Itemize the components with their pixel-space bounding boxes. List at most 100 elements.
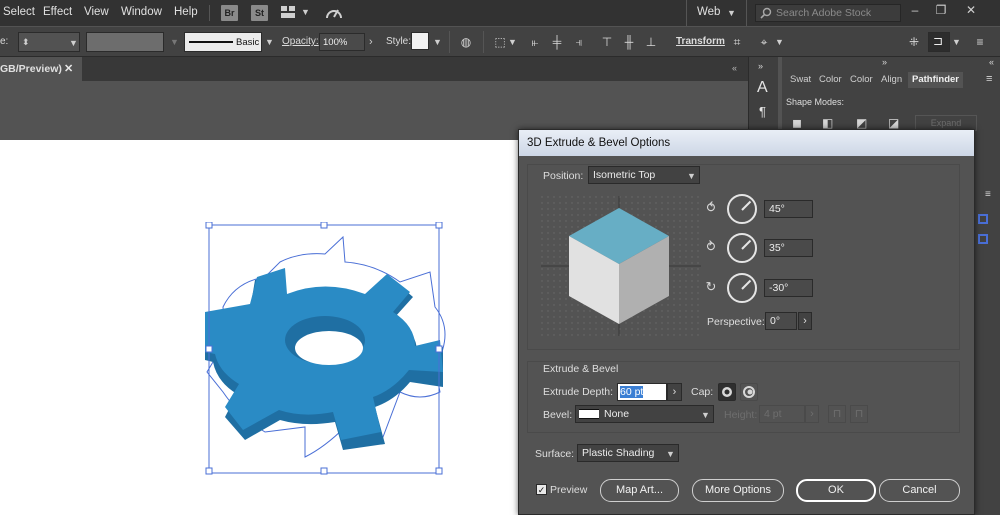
divider xyxy=(449,31,450,53)
tab-align[interactable]: Align xyxy=(881,72,902,88)
z-angle-field[interactable]: -30° xyxy=(764,279,813,297)
variable-width-profile[interactable] xyxy=(86,32,164,52)
tab-color-guide[interactable]: Color xyxy=(850,72,873,88)
bevel-select[interactable]: None ▼ xyxy=(575,405,714,423)
bevel-extent-in-icon[interactable]: ⊓ xyxy=(850,405,868,423)
tab-pathfinder[interactable]: Pathfinder xyxy=(908,72,963,88)
arrange-documents-icon[interactable] xyxy=(281,6,295,18)
search-stock-input[interactable]: Search Adobe Stock xyxy=(755,4,901,22)
chevron-down-icon[interactable]: ▼ xyxy=(952,37,961,47)
height-field[interactable]: 4 pt xyxy=(759,405,805,423)
cap-off-button[interactable] xyxy=(740,383,758,401)
align-top-icon[interactable]: ⊤ xyxy=(599,34,615,50)
exclude-icon[interactable]: ◪ xyxy=(888,116,899,130)
rotate-y-icon: ⥁ xyxy=(706,239,716,254)
brush-style-value: Basic xyxy=(236,37,260,48)
align-bottom-icon[interactable]: ⊥ xyxy=(643,34,659,50)
minus-front-icon[interactable]: ◧ xyxy=(822,116,833,130)
character-panel-icon[interactable]: A xyxy=(757,79,768,97)
surface-select[interactable]: Plastic Shading ▼ xyxy=(577,444,679,462)
panel-menu-icon[interactable]: ≡ xyxy=(985,189,991,200)
menu-view[interactable]: View xyxy=(84,6,109,18)
intersect-icon[interactable]: ◩ xyxy=(856,116,867,130)
menu-help[interactable]: Help xyxy=(174,6,198,18)
align-horizontal-center-icon[interactable]: ╪ xyxy=(549,34,565,50)
x-axis-dial[interactable] xyxy=(727,194,757,224)
align-to-icon[interactable]: ⬚ xyxy=(492,34,508,50)
close-icon[interactable]: ✕ xyxy=(960,2,982,18)
map-art-button[interactable]: Map Art... xyxy=(600,479,679,502)
layer-target-icon[interactable] xyxy=(978,214,988,224)
brush-definition[interactable]: Basic xyxy=(184,32,262,52)
restore-icon[interactable]: ❐ xyxy=(930,2,952,18)
isolate-icon[interactable]: ⌗ xyxy=(729,34,745,50)
double-chevron-right-icon[interactable]: » xyxy=(758,61,763,71)
chevron-down-icon[interactable]: ▼ xyxy=(508,37,517,47)
graphic-style-swatch[interactable] xyxy=(411,32,429,50)
extrude-depth-field[interactable]: 60 pt xyxy=(617,383,667,401)
extrude-depth-slider-button[interactable]: › xyxy=(667,383,682,401)
chevron-down-icon[interactable]: ▼ xyxy=(170,37,179,47)
align-right-icon[interactable]: ⫣ xyxy=(571,34,587,50)
chevron-down-icon[interactable]: ▼ xyxy=(301,7,310,17)
close-tab-icon[interactable]: ✕ xyxy=(64,62,73,75)
document-tab[interactable]: GB/Preview) ✕ xyxy=(0,57,82,81)
y-angle-value: 35° xyxy=(769,242,785,254)
chevron-down-icon[interactable]: ▼ xyxy=(775,37,784,47)
double-chevron-left-icon[interactable]: « xyxy=(732,63,737,73)
align-vertical-center-icon[interactable]: ╫ xyxy=(621,34,637,50)
ok-button[interactable]: OK xyxy=(796,479,876,502)
track-cube[interactable] xyxy=(541,196,701,336)
control-bar: e: ⬍ ▼ ▼ Basic ▼ Opacity: 100% › Style: ▼… xyxy=(0,27,1000,57)
cancel-button[interactable]: Cancel xyxy=(879,479,960,502)
layer-target-icon[interactable] xyxy=(978,234,988,244)
chevron-right-icon[interactable]: › xyxy=(369,36,373,48)
style-label: Style: xyxy=(386,36,412,47)
arrange-panels-button[interactable]: ⊐ xyxy=(928,32,950,52)
align-left-icon[interactable]: ⫦ xyxy=(527,34,543,50)
menu-effect[interactable]: Effect xyxy=(43,6,72,18)
chevron-down-icon[interactable]: ▼ xyxy=(727,8,736,18)
divider xyxy=(483,31,484,53)
menu-window[interactable]: Window xyxy=(121,6,162,18)
minimize-icon[interactable]: – xyxy=(904,2,926,18)
double-chevron-right-icon[interactable]: » xyxy=(882,57,887,67)
more-options-button[interactable]: More Options xyxy=(692,479,784,502)
perspective-slider-button[interactable]: › xyxy=(798,312,812,330)
workspace-switcher[interactable]: Web xyxy=(697,6,720,18)
opacity-field[interactable]: 100% xyxy=(319,33,365,51)
height-slider-button[interactable]: › xyxy=(805,405,819,423)
perspective-field[interactable]: 0° xyxy=(765,312,797,330)
y-axis-dial[interactable] xyxy=(727,233,757,263)
preview-checkbox[interactable]: ✓ xyxy=(536,484,547,495)
cap-on-button[interactable] xyxy=(718,383,736,401)
x-angle-field[interactable]: 45° xyxy=(764,200,813,218)
panel-grid-icon[interactable]: ⁜ xyxy=(906,34,922,50)
stroke-weight-field[interactable]: ⬍ ▼ xyxy=(18,32,80,52)
bridge-button[interactable]: Br xyxy=(221,5,238,21)
tab-color[interactable]: Color xyxy=(819,72,842,88)
gear-artwork[interactable] xyxy=(195,222,455,482)
paragraph-panel-icon[interactable]: ¶ xyxy=(759,104,766,119)
bevel-extent-out-icon[interactable]: ⊓ xyxy=(828,405,846,423)
transform-button[interactable]: Transform xyxy=(676,36,725,47)
recolor-artwork-icon[interactable]: ◍ xyxy=(458,34,474,50)
position-select[interactable]: Isometric Top ▼ xyxy=(588,166,700,184)
stock-button[interactable]: St xyxy=(251,5,268,21)
panel-menu-icon[interactable]: ≡ xyxy=(986,73,992,85)
menu-select[interactable]: Select xyxy=(3,6,35,18)
preview-label: Preview xyxy=(550,484,588,496)
position-label: Position: xyxy=(543,170,584,182)
gpu-performance-icon[interactable] xyxy=(324,5,344,21)
perspective-label: Perspective: xyxy=(707,316,765,328)
menu-lines-icon[interactable]: ≡ xyxy=(972,34,988,50)
perspective-grid-icon[interactable]: ⌖ xyxy=(756,34,772,50)
double-chevron-left-icon[interactable]: « xyxy=(989,57,994,67)
unite-icon[interactable]: ◼ xyxy=(792,116,802,130)
chevron-down-icon[interactable]: ▼ xyxy=(433,37,442,47)
opacity-label[interactable]: Opacity: xyxy=(282,36,319,47)
y-angle-field[interactable]: 35° xyxy=(764,239,813,257)
tab-swatches[interactable]: Swat xyxy=(790,72,811,88)
z-axis-dial[interactable] xyxy=(727,273,757,303)
chevron-down-icon[interactable]: ▼ xyxy=(265,37,274,47)
